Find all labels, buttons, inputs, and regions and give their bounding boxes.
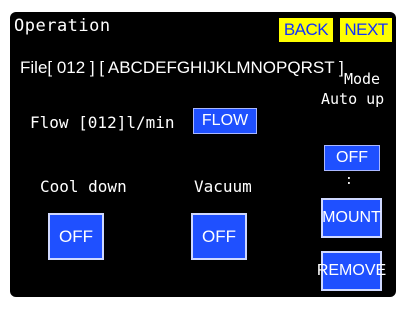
next-button[interactable]: NEXT (340, 18, 392, 42)
file-info: File[ 012 ] [ ABCDEFGHIJKLMNOPQRST ] (20, 58, 344, 77)
back-button[interactable]: BACK (279, 18, 333, 42)
operation-panel: Operation BACK NEXT File[ 012 ] [ ABCDEF… (10, 12, 396, 297)
page-title: Operation (14, 16, 111, 36)
mount-button[interactable]: MOUNT (321, 198, 382, 238)
cool-down-label: Cool down (40, 177, 127, 196)
auto-up-label: Auto up (321, 90, 385, 108)
remove-button[interactable]: REMOVE (317, 251, 386, 291)
vacuum-label: Vacuum (194, 177, 252, 196)
mode-label: Mode (343, 70, 381, 88)
mode-separator: : (345, 173, 353, 188)
vacuum-toggle-button[interactable]: OFF (191, 213, 247, 260)
flow-label: Flow [012]l/min (30, 113, 175, 132)
mode-auto-up-toggle-button[interactable]: OFF (324, 145, 380, 171)
flow-button[interactable]: FLOW (193, 108, 257, 134)
cool-down-toggle-button[interactable]: OFF (48, 213, 104, 260)
screen: Operation BACK NEXT File[ 012 ] [ ABCDEF… (0, 0, 406, 309)
